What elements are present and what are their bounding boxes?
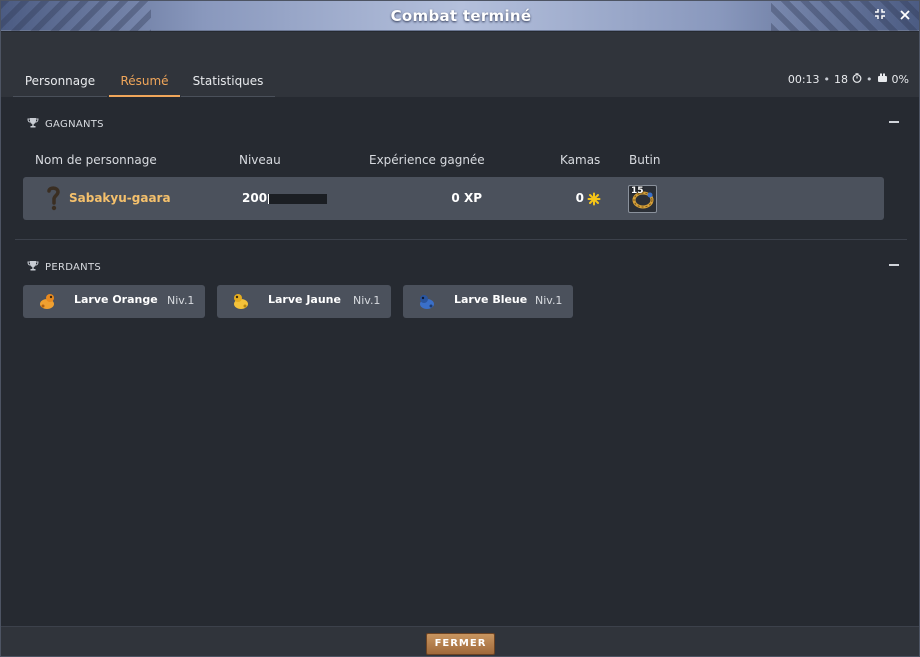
loser-card[interactable]: Larve Jaune Niv.1 (217, 285, 391, 318)
column-name: Nom de personnage (35, 153, 157, 167)
close-icon[interactable] (896, 7, 914, 25)
collapse-arrows-icon[interactable] (871, 7, 889, 25)
kama-icon (587, 191, 601, 206)
loser-card[interactable]: Larve Orange Niv.1 (23, 285, 205, 318)
column-loot: Butin (629, 153, 661, 167)
loser-card[interactable]: Larve Bleue Niv.1 (403, 285, 573, 318)
yellow-larva-icon (231, 292, 251, 312)
close-button[interactable]: FERMER (426, 633, 495, 655)
column-xp: Expérience gagnée (369, 153, 485, 167)
winner-kamas: 0 (575, 191, 584, 205)
orange-larva-icon (37, 292, 57, 312)
winners-heading: GAGNANTS (27, 117, 104, 131)
combat-result-window: Combat terminé Personnage Résumé Statist… (0, 0, 920, 657)
tab-resume[interactable]: Résumé (109, 72, 180, 97)
loser-name: Larve Bleue (454, 293, 528, 306)
footer-bar: FERMER (1, 626, 919, 656)
loot-count: 15 (631, 186, 644, 196)
trophy-icon (27, 260, 39, 274)
summary-panel: GAGNANTS Nom de personnage Niveau Expéri… (1, 97, 919, 626)
title-bar[interactable]: Combat terminé (1, 1, 919, 31)
window-title: Combat terminé (390, 7, 532, 25)
collapse-winners-button[interactable] (889, 121, 899, 123)
combat-stats: 00:13 • 18 • 0% (788, 72, 909, 86)
trophy-icon (27, 117, 39, 131)
loser-name: Larve Orange (74, 293, 158, 306)
winners-heading-label: GAGNANTS (45, 118, 104, 130)
loot-item-slot[interactable]: 15 (628, 185, 657, 213)
column-kamas: Kamas (560, 153, 601, 167)
drop-percent: 0% (891, 72, 909, 86)
drop-icon (877, 73, 888, 86)
section-divider (15, 239, 907, 240)
losers-heading: PERDANTS (27, 260, 101, 274)
tab-personnage[interactable]: Personnage (13, 72, 107, 97)
loser-level: Niv.1 (167, 294, 195, 307)
loser-level: Niv.1 (353, 294, 381, 307)
separator-dot: • (866, 72, 873, 86)
loser-name: Larve Jaune (268, 293, 341, 306)
losers-heading-label: PERDANTS (45, 261, 101, 273)
tab-bar: Personnage Résumé Statistiques 00:13 • 1… (1, 32, 919, 97)
combat-turns: 18 (834, 72, 849, 86)
collapse-losers-button[interactable] (889, 264, 899, 266)
separator-dot: • (823, 72, 831, 86)
loser-level: Niv.1 (535, 294, 563, 307)
column-level: Niveau (239, 153, 281, 167)
combat-duration: 00:13 (787, 72, 820, 86)
winner-row[interactable]: Sabakyu-gaara 200 0 XP 0 15 (23, 177, 884, 220)
blue-larva-icon (417, 292, 437, 312)
clock-icon (852, 72, 862, 86)
tab-statistiques[interactable]: Statistiques (181, 72, 275, 97)
